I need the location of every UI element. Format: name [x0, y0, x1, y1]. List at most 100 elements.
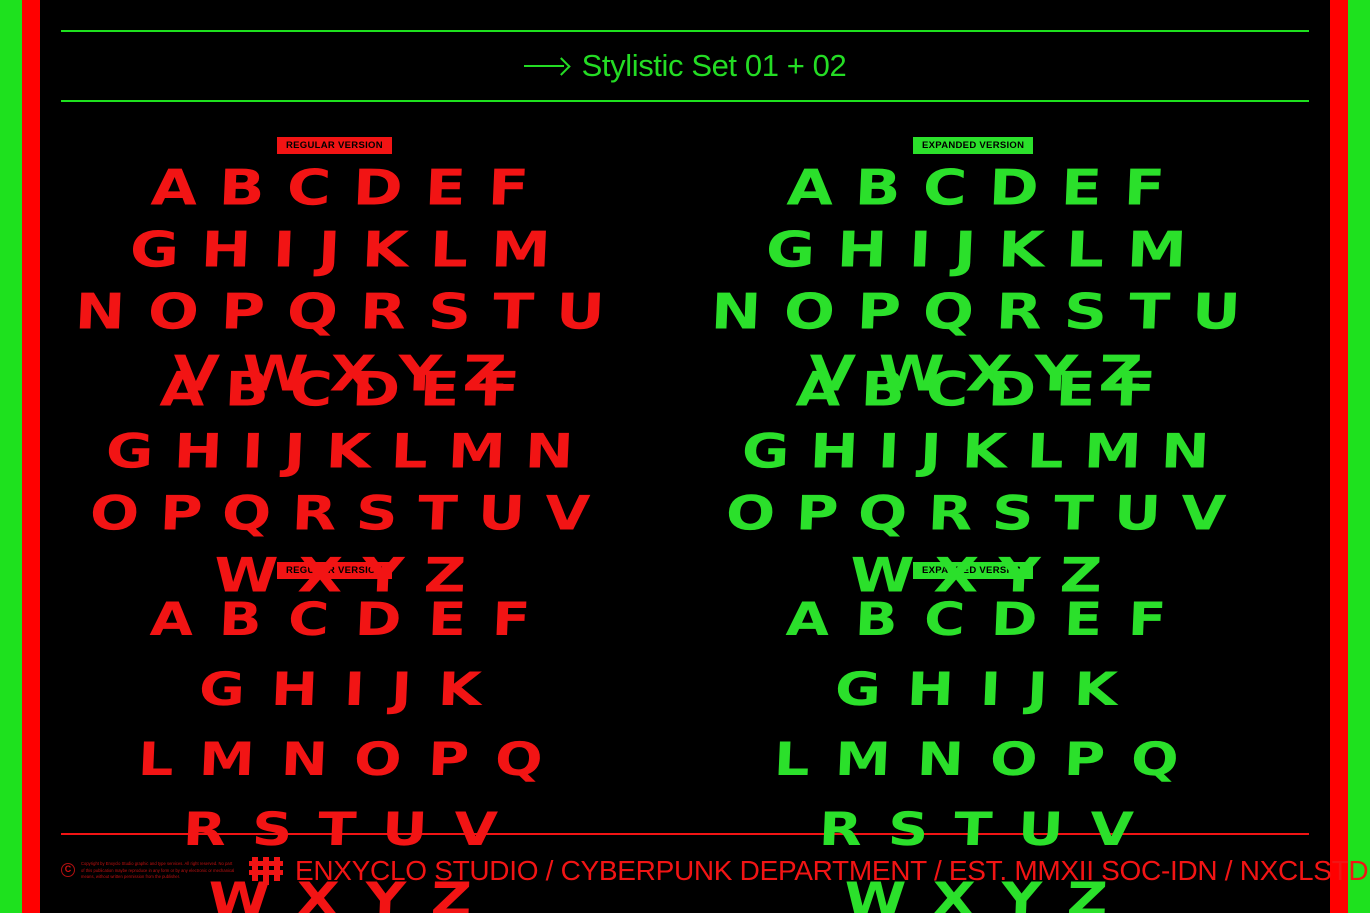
glyph-c: C: [288, 361, 334, 417]
glyph-i: I: [907, 221, 933, 279]
glyph-e: E: [1062, 592, 1103, 647]
glyph-row: LMNOPQ: [772, 732, 1180, 802]
glyph-s: S: [991, 485, 1036, 541]
glyph-d: D: [350, 361, 402, 417]
glyph-row: NOPQRSTU: [710, 282, 1242, 344]
glyph-u: U: [476, 485, 526, 541]
glyph-b: B: [218, 592, 264, 647]
glyph-row: GHIJKLM: [764, 220, 1187, 282]
edge-stripe-green-left: [0, 0, 22, 913]
glyph-f: F: [478, 361, 521, 417]
glyph-n: N: [916, 732, 966, 787]
glyph-f: F: [490, 592, 532, 647]
glyph-h: H: [905, 662, 956, 717]
glyph-j: J: [952, 221, 978, 279]
specimen-set-02-expanded: ABCDEFGHIJKLMNOPQRSTUVWXYZ: [725, 360, 1227, 608]
glyph-row: ABCDEF: [795, 360, 1157, 422]
glyph-c: C: [924, 361, 970, 417]
glyph-v: V: [1179, 485, 1227, 541]
glyph-t: T: [1052, 485, 1095, 541]
glyph-k: K: [996, 221, 1046, 279]
glyph-o: O: [988, 732, 1039, 787]
glyph-a: A: [795, 361, 843, 417]
glyph-l: L: [1025, 423, 1065, 479]
page-footer: C Copyright by Enxyclo Studio graphic an…: [61, 848, 1369, 894]
glyph-g: G: [105, 423, 156, 479]
glyph-u: U: [554, 283, 606, 341]
glyph-b: B: [218, 159, 267, 217]
glyph-e: E: [1059, 159, 1104, 217]
glyph-n: N: [710, 283, 763, 341]
glyph-q: Q: [285, 283, 339, 341]
glyph-g: G: [128, 221, 181, 279]
glyph-h: H: [808, 423, 860, 479]
glyph-n: N: [524, 423, 575, 479]
glyph-u: U: [1190, 283, 1242, 341]
glyph-g: G: [197, 662, 247, 717]
glyph-t: T: [416, 485, 459, 541]
glyph-m: M: [489, 221, 552, 279]
glyph-k: K: [960, 423, 1008, 479]
glyph-l: L: [1065, 221, 1106, 279]
glyph-d: D: [987, 159, 1041, 217]
glyph-l: L: [389, 423, 429, 479]
glyph-h: H: [172, 423, 224, 479]
glyph-u: U: [1112, 485, 1162, 541]
glyph-a: A: [785, 159, 835, 217]
glyph-i: I: [342, 662, 366, 717]
glyph-v: V: [452, 802, 499, 857]
glyph-q: Q: [221, 485, 273, 541]
glyph-e: E: [1055, 361, 1098, 417]
glyph-t: T: [491, 283, 536, 341]
glyph-n: N: [280, 732, 330, 787]
glyph-p: P: [1062, 732, 1106, 787]
copyright-text: Copyright by Enxyclo Studio graphic and …: [81, 861, 235, 880]
footer-credit-text: ENXYCLO STUDIO / CYBERPUNK DEPARTMENT / …: [295, 855, 1369, 886]
glyph-row: GHIJK: [834, 662, 1118, 732]
glyph-r: R: [181, 802, 228, 857]
glyph-l: L: [429, 221, 470, 279]
glyph-l: L: [136, 732, 175, 787]
glyph-h: H: [199, 221, 253, 279]
edge-stripe-green-right: [1348, 0, 1370, 913]
glyph-s: S: [426, 283, 473, 341]
glyph-t: T: [317, 802, 358, 857]
glyph-j: J: [918, 423, 943, 479]
glyph-j: J: [316, 221, 342, 279]
glyph-k: K: [436, 662, 483, 717]
glyph-b: B: [860, 361, 907, 417]
badge-expanded-set01: EXPANDED VERSION: [913, 137, 1034, 154]
poster-canvas: Stylistic Set 01 + 02 REGULAR VERSION EX…: [0, 0, 1370, 913]
glyph-u: U: [1017, 802, 1066, 857]
glyph-o: O: [782, 283, 836, 341]
glyph-j: J: [282, 423, 307, 479]
copyright-icon: C: [61, 863, 75, 878]
glyph-r: R: [817, 802, 864, 857]
glyph-l: L: [772, 732, 811, 787]
glyph-d: D: [351, 159, 405, 217]
glyph-i: I: [877, 423, 902, 479]
glyph-n: N: [1160, 423, 1211, 479]
glyph-c: C: [285, 159, 333, 217]
poster-inner: Stylistic Set 01 + 02 REGULAR VERSION EX…: [40, 0, 1369, 913]
glyph-b: B: [854, 159, 903, 217]
glyph-p: P: [158, 485, 204, 541]
glyph-s: S: [1062, 283, 1109, 341]
glyph-s: S: [355, 485, 400, 541]
glyph-f: F: [1114, 361, 1157, 417]
glyph-m: M: [198, 732, 257, 787]
glyph-a: A: [148, 592, 195, 647]
glyph-i: I: [978, 662, 1002, 717]
glyph-u: U: [381, 802, 430, 857]
glyph-m: M: [1082, 423, 1143, 479]
glyph-k: K: [324, 423, 372, 479]
glyph-a: A: [784, 592, 831, 647]
divider-top: [61, 30, 1309, 32]
glyph-p: P: [855, 283, 902, 341]
glyph-m: M: [446, 423, 507, 479]
page-header: Stylistic Set 01 + 02: [40, 41, 1330, 91]
glyph-c: C: [922, 592, 967, 647]
glyph-v: V: [543, 485, 591, 541]
glyph-q: Q: [1129, 732, 1180, 787]
glyph-row: GHIJKLMN: [741, 422, 1211, 484]
